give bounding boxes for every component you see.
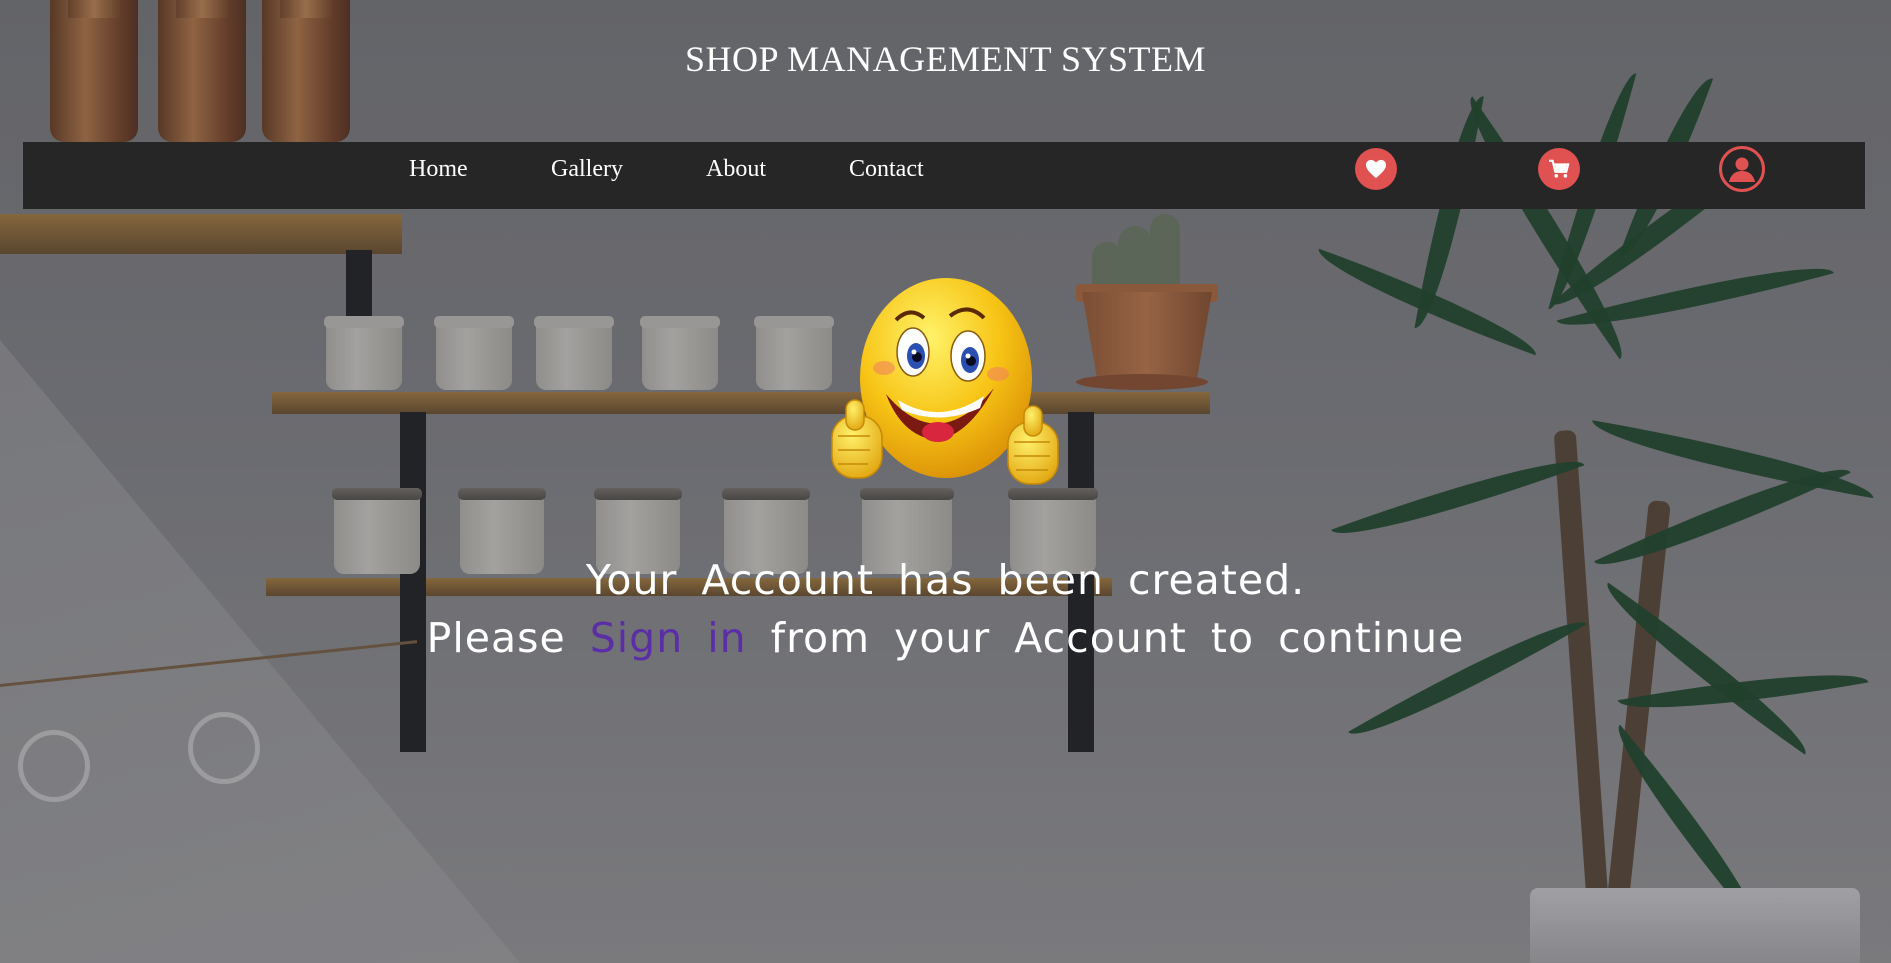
heart-icon [1366, 159, 1386, 179]
nav-link-gallery[interactable]: Gallery [551, 156, 623, 183]
thumbs-up-smiley-icon [831, 278, 1059, 485]
wishlist-button[interactable] [1355, 148, 1397, 190]
signin-link[interactable]: Sign in [590, 614, 747, 662]
user-icon [1729, 157, 1755, 182]
nav-link-contact[interactable]: Contact [849, 156, 924, 183]
signin-suffix: from your Account to continue [770, 614, 1465, 662]
navbar: Home Gallery About Contact [23, 142, 1865, 209]
account-button[interactable] [1719, 146, 1765, 192]
site-title: SHOP MANAGEMENT SYSTEM [684, 39, 1207, 79]
account-created-message: Your Account has been created. [585, 556, 1306, 604]
nav-link-about[interactable]: About [706, 156, 766, 183]
nav-link-home[interactable]: Home [409, 156, 468, 183]
cart-icon [1549, 159, 1570, 178]
signin-prompt: Please Sign in from your Account to cont… [0, 614, 1891, 662]
signin-prefix: Please [426, 614, 566, 662]
cart-button[interactable] [1538, 148, 1580, 190]
